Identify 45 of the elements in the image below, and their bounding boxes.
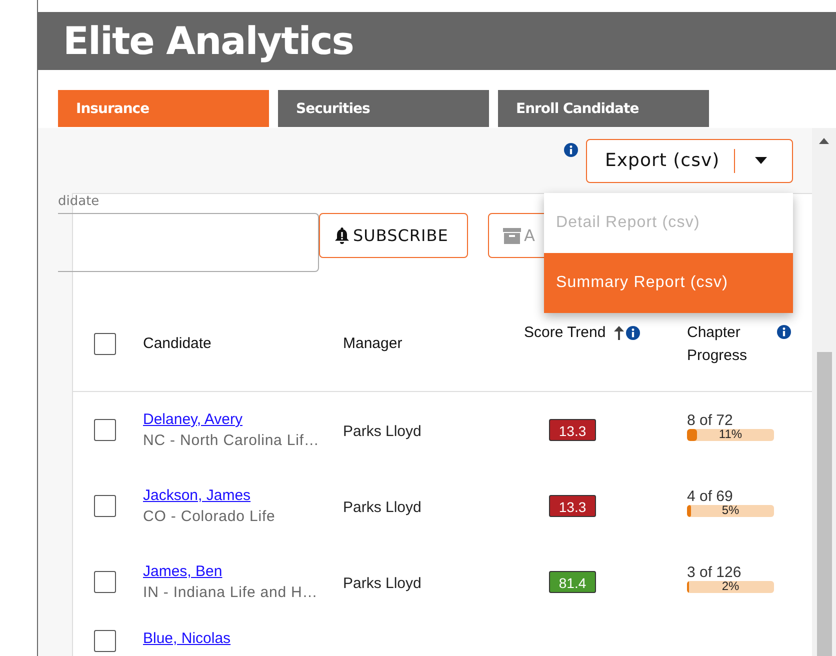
scroll-up-icon[interactable] [819, 138, 829, 144]
score-badge: 13.3 [549, 419, 596, 441]
row-checkbox[interactable] [94, 571, 116, 593]
column-header[interactable]: Manager [343, 335, 402, 352]
candidate-link[interactable]: Blue, Nicolas [143, 630, 343, 647]
tab[interactable]: Enroll Candidate [498, 90, 709, 127]
license-text: CO - Colorado Life [143, 508, 276, 525]
app-title: Elite Analytics [63, 19, 354, 63]
bell-icon [334, 226, 350, 244]
candidate-field[interactable] [58, 213, 319, 272]
row-checkbox[interactable] [94, 495, 116, 517]
license-text: IN - Indiana Life and H… [143, 584, 319, 601]
manager-name: Parks Lloyd [343, 422, 422, 440]
manager-name: Parks Lloyd [343, 574, 422, 592]
score-badge: 81.4 [549, 571, 596, 593]
progress-percent: 11% [718, 428, 744, 440]
license-text: NC - North Carolina Lif… [143, 432, 320, 449]
subscribe-button[interactable]: SUBSCRIBE [319, 213, 468, 258]
chapter-count: 8 of 72 [687, 412, 734, 428]
chapter-count: 4 of 69 [687, 488, 734, 504]
row-checkbox[interactable] [94, 630, 116, 652]
archive-icon [503, 228, 521, 244]
chapter-count: 3 of 126 [687, 564, 742, 580]
progress-percent: 5% [720, 504, 740, 516]
export-button[interactable]: Export (csv) [586, 138, 793, 182]
caret-icon [754, 157, 767, 164]
info-icon[interactable] [626, 326, 640, 340]
select-all-checkbox[interactable] [94, 332, 116, 354]
score-badge: 13.3 [549, 495, 596, 517]
scrollbar[interactable] [812, 128, 836, 656]
sort-arrow-icon[interactable] [614, 326, 624, 340]
candidate-link[interactable]: Delaney, Avery [143, 411, 343, 428]
scroll-thumb[interactable] [816, 352, 832, 656]
progress-percent: 2% [720, 580, 740, 592]
field-label: didate [58, 194, 100, 211]
row-checkbox[interactable] [94, 419, 116, 441]
column-header[interactable]: Candidate [143, 335, 212, 352]
info-icon[interactable] [564, 142, 578, 156]
info-icon[interactable] [777, 324, 791, 338]
candidate-link[interactable]: James, Ben [143, 563, 343, 580]
tab[interactable]: Securities [278, 90, 489, 127]
candidate-link[interactable]: Jackson, James [143, 487, 343, 504]
column-header[interactable]: Score Trend [524, 321, 606, 344]
column-header[interactable]: Chapter Progress [687, 320, 757, 366]
manager-name: Parks Lloyd [343, 498, 422, 516]
